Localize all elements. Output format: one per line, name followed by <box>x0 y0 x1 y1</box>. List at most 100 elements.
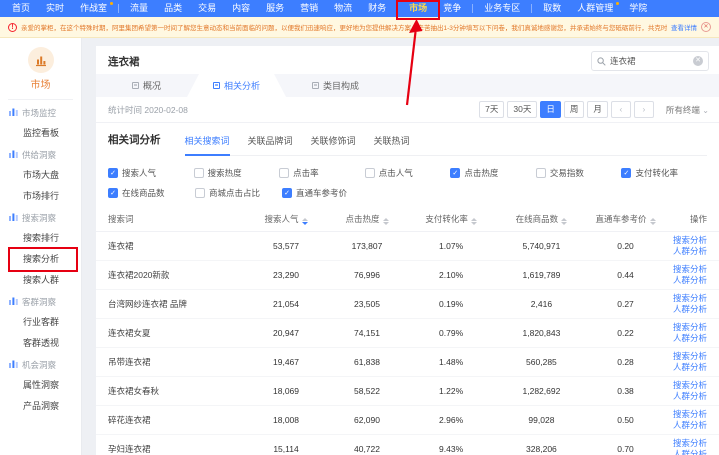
checkbox-商城点击占比[interactable]: 商城点击占比 <box>195 187 282 199</box>
sidebar-item-市场大盘[interactable]: 市场大盘 <box>0 165 81 186</box>
action-link-搜索分析[interactable]: 搜索分析 <box>663 409 707 420</box>
nav-item-品类[interactable]: 品类 <box>156 0 190 17</box>
checkbox-icon <box>108 168 118 178</box>
sidebar-item-产品洞察[interactable]: 产品洞察 <box>0 396 81 417</box>
column-header-搜索人气[interactable]: 搜索人气 <box>246 207 327 232</box>
cell-metric-2: 0.19% <box>407 290 494 319</box>
checkbox-在线商品数[interactable]: 在线商品数 <box>108 187 195 199</box>
sort-icon[interactable] <box>471 218 477 225</box>
date-button-30天[interactable]: 30天 <box>507 101 537 118</box>
nav-item-市场[interactable]: 市场 <box>401 0 435 17</box>
sidebar-group-市场监控[interactable]: 市场监控 <box>0 102 81 123</box>
action-link-人群分析[interactable]: 人群分析 <box>663 420 707 431</box>
subtab-关联品牌词[interactable]: 关联品牌词 <box>248 132 293 155</box>
sidebar-group-客群洞察[interactable]: 客群洞察 <box>0 291 81 312</box>
column-header-支付转化率[interactable]: 支付转化率 <box>407 207 494 232</box>
date-button-周[interactable]: 周 <box>564 101 585 118</box>
sidebar-item-行业客群[interactable]: 行业客群 <box>0 312 81 333</box>
sidebar-item-搜索排行[interactable]: 搜索排行 <box>0 228 81 249</box>
sort-icon[interactable] <box>561 218 567 225</box>
tab-相关分析[interactable]: 相关分析 <box>187 74 286 97</box>
tab-icon <box>132 82 139 89</box>
checkbox-点击人气[interactable]: 点击人气 <box>365 167 451 179</box>
keyword-search-box[interactable]: ✕ <box>591 51 709 71</box>
checkbox-点击率[interactable]: 点击率 <box>279 167 365 179</box>
nav-item-竞争[interactable]: 竞争 <box>435 0 469 17</box>
clear-search-icon[interactable]: ✕ <box>693 56 703 66</box>
action-link-人群分析[interactable]: 人群分析 <box>663 333 707 344</box>
sidebar-item-搜索人群[interactable]: 搜索人群 <box>0 270 81 291</box>
checkbox-搜索人气[interactable]: 搜索人气 <box>108 167 194 179</box>
subtab-关联修饰词[interactable]: 关联修饰词 <box>311 132 356 155</box>
action-link-人群分析[interactable]: 人群分析 <box>663 304 707 315</box>
table-head: 搜索词搜索人气点击热度支付转化率在线商品数直通车参考价操作 <box>96 207 719 232</box>
checkbox-支付转化率[interactable]: 支付转化率 <box>621 167 707 179</box>
action-link-人群分析[interactable]: 人群分析 <box>663 362 707 373</box>
date-button-日[interactable]: 日 <box>540 101 561 118</box>
column-header-点击热度[interactable]: 点击热度 <box>327 207 408 232</box>
checkbox-点击热度[interactable]: 点击热度 <box>450 167 536 179</box>
nav-item-取数[interactable]: 取数 <box>535 0 569 17</box>
cell-search-term: 连衣裙女春秋 <box>96 377 246 406</box>
nav-item-营销[interactable]: 营销 <box>292 0 326 17</box>
action-link-人群分析[interactable]: 人群分析 <box>663 391 707 402</box>
cell-metric-0: 21,054 <box>246 290 327 319</box>
tab-类目构成[interactable]: 类目构成 <box>286 74 385 97</box>
subtab-相关搜索词[interactable]: 相关搜索词 <box>185 132 230 155</box>
subtab-关联热词[interactable]: 关联热词 <box>374 132 410 155</box>
sort-icon[interactable] <box>383 218 389 225</box>
nav-item-服务[interactable]: 服务 <box>258 0 292 17</box>
checkbox-交易指数[interactable]: 交易指数 <box>536 167 622 179</box>
nav-item-财务[interactable]: 财务 <box>360 0 394 17</box>
nav-item-实时[interactable]: 实时 <box>38 0 72 17</box>
nav-item-交易[interactable]: 交易 <box>190 0 224 17</box>
sidebar-item-客群透视[interactable]: 客群透视 <box>0 333 81 354</box>
nav-item-作战室[interactable]: 作战室 <box>72 0 115 17</box>
sort-icon[interactable] <box>302 218 308 225</box>
cell-metric-4: 0.22 <box>588 319 663 348</box>
action-link-搜索分析[interactable]: 搜索分析 <box>663 380 707 391</box>
date-button-7天[interactable]: 7天 <box>479 101 504 118</box>
sidebar-item-市场排行[interactable]: 市场排行 <box>0 186 81 207</box>
sidebar-item-属性洞察[interactable]: 属性洞察 <box>0 375 81 396</box>
search-input[interactable] <box>610 56 689 66</box>
next-period-button[interactable]: › <box>634 101 654 118</box>
sidebar-item-监控看板[interactable]: 监控看板 <box>0 123 81 144</box>
sort-asc-icon <box>383 218 389 221</box>
action-link-人群分析[interactable]: 人群分析 <box>663 449 707 455</box>
sidebar-item-搜索分析[interactable]: 搜索分析 <box>0 249 81 270</box>
column-header-在线商品数[interactable]: 在线商品数 <box>495 207 588 232</box>
date-button-月[interactable]: 月 <box>587 101 608 118</box>
nav-item-学院[interactable]: 学院 <box>621 0 655 17</box>
action-link-搜索分析[interactable]: 搜索分析 <box>663 264 707 275</box>
action-link-人群分析[interactable]: 人群分析 <box>663 246 707 257</box>
action-link-搜索分析[interactable]: 搜索分析 <box>663 438 707 449</box>
nav-item-流量[interactable]: 流量 <box>122 0 156 17</box>
sort-icon[interactable] <box>650 218 656 225</box>
action-link-搜索分析[interactable]: 搜索分析 <box>663 322 707 333</box>
nav-item-内容[interactable]: 内容 <box>224 0 258 17</box>
prev-period-button[interactable]: ‹ <box>611 101 631 118</box>
sidebar-group-机会洞察[interactable]: 机会洞察 <box>0 354 81 375</box>
nav-item-业务专区[interactable]: 业务专区 <box>476 0 528 17</box>
action-link-搜索分析[interactable]: 搜索分析 <box>663 293 707 304</box>
sidebar-group-供给洞察[interactable]: 供给洞察 <box>0 144 81 165</box>
action-link-搜索分析[interactable]: 搜索分析 <box>663 351 707 362</box>
terminal-filter[interactable]: 所有终端 ⌄ <box>666 104 709 116</box>
cell-metric-3: 560,285 <box>495 348 588 377</box>
cell-actions: 搜索分析人群分析 <box>663 348 719 377</box>
checkbox-搜索热度[interactable]: 搜索热度 <box>194 167 280 179</box>
close-icon[interactable]: ✕ <box>701 22 711 32</box>
column-header-直通车参考价[interactable]: 直通车参考价 <box>588 207 663 232</box>
action-link-搜索分析[interactable]: 搜索分析 <box>663 235 707 246</box>
nav-item-首页[interactable]: 首页 <box>4 0 38 17</box>
cell-metric-0: 53,577 <box>246 232 327 261</box>
action-link-人群分析[interactable]: 人群分析 <box>663 275 707 286</box>
tab-概况[interactable]: 概况 <box>106 74 187 97</box>
checkbox-直通车参考价[interactable]: 直通车参考价 <box>282 187 369 199</box>
nav-item-人群管理[interactable]: 人群管理 <box>569 0 621 17</box>
sidebar-group-搜索洞察[interactable]: 搜索洞察 <box>0 207 81 228</box>
nav-item-物流[interactable]: 物流 <box>326 0 360 17</box>
chart-group-icon <box>9 149 18 160</box>
notice-detail-link[interactable]: 查看详情 <box>671 22 697 32</box>
